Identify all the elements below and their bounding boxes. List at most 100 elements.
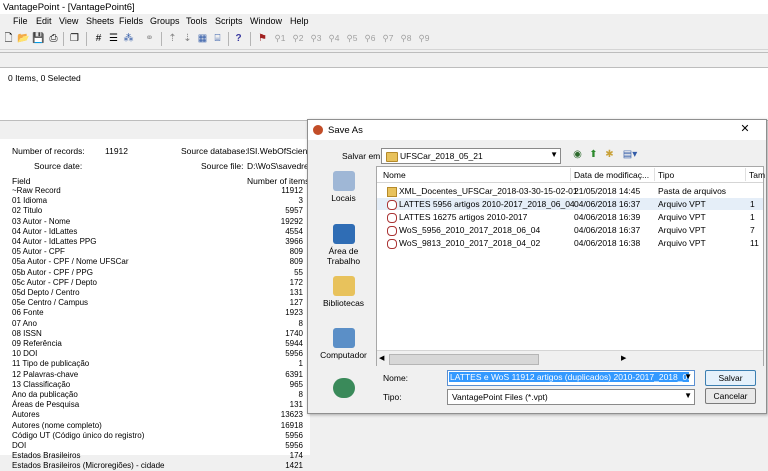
field-row[interactable]: Estados Brasileiros 174 (0, 451, 310, 461)
field-row[interactable]: Autores (nome completo) 16918 (0, 421, 310, 431)
up-folder-icon[interactable]: ⬆ (587, 148, 600, 161)
items-list-panel[interactable]: 0 Items, 0 Selected (0, 68, 768, 121)
field-row[interactable]: 05b Autor - CPF / PPG 55 (0, 268, 310, 278)
save-in-dropdown[interactable]: UFSCar_2018_05_21 ▼ (381, 148, 561, 164)
menu-sheets[interactable]: Sheets (86, 16, 114, 26)
file-row[interactable]: XML_Docentes_UFSCar_2018-03-30-15-02-01 2… (377, 185, 763, 197)
field-row[interactable]: 05d Depto / Centro 131 (0, 288, 310, 298)
menu-groups[interactable]: Groups (150, 16, 180, 26)
file-row[interactable]: LATTES 16275 artigos 2010-2017 04/06/2018… (377, 211, 763, 223)
file-row[interactable]: WoS_9813_2010_2017_2018_04_02 04/06/2018 … (377, 237, 763, 249)
field-count: 5956 (285, 349, 303, 359)
filter-icon[interactable]: ⌸ (211, 32, 224, 45)
field-row[interactable]: 09 Referência 5944 (0, 339, 310, 349)
field-row[interactable]: Código UT (Código único do registro) 5956 (0, 431, 310, 441)
menu-file[interactable]: File (13, 16, 28, 26)
copy-icon[interactable]: ❐ (68, 32, 81, 45)
field-row[interactable]: 13 Classificação 965 (0, 380, 310, 390)
slot-4-icon[interactable]: ⚲4 (326, 32, 342, 45)
field-row[interactable]: 08 ISSN 1740 (0, 329, 310, 339)
slot-8-icon[interactable]: ⚲8 (398, 32, 414, 45)
scroll-right-icon[interactable]: ▶ (621, 354, 626, 362)
new-folder-icon[interactable]: ✱ (603, 148, 616, 161)
dataset-info-panel: Number of records: 11912 Source database… (0, 139, 317, 470)
file-row[interactable]: WoS_5956_2010_2017_2018_06_04 04/06/2018 … (377, 224, 763, 236)
field-row[interactable]: 03 Autor - Nome 19292 (0, 217, 310, 227)
script-icon[interactable]: ⚑ (256, 32, 269, 45)
column-date[interactable]: Data de modificaç... (574, 170, 649, 180)
field-row[interactable]: Ano da publicação 8 (0, 390, 310, 400)
field-row[interactable]: 05e Centro / Campus 127 (0, 298, 310, 308)
field-name: 05e Centro / Campus (12, 298, 89, 308)
field-row[interactable]: 01 Idioma 3 (0, 196, 310, 206)
slot-1-icon[interactable]: ⚲1 (272, 32, 288, 45)
filetype-dropdown[interactable]: VantagePoint Files (*.vpt) ▼ (447, 389, 695, 405)
field-name: 09 Referência (12, 339, 62, 348)
cancel-button[interactable]: Cancelar (705, 388, 756, 404)
menu-bar: File Edit View Sheets Fields Groups Tool… (0, 14, 768, 29)
field-row[interactable]: 04 Autor - IdLattes PPG 3966 (0, 237, 310, 247)
menu-scripts[interactable]: Scripts (215, 16, 243, 26)
field-row[interactable]: 12 Palavras-chave 6391 (0, 370, 310, 380)
place-libraries[interactable]: Bibliotecas (316, 276, 371, 308)
field-row[interactable]: 05 Autor - CPF 809 (0, 247, 310, 257)
field-row[interactable]: 10 DOI 5956 (0, 349, 310, 359)
slot-2-icon[interactable]: ⚲2 (290, 32, 306, 45)
field-row[interactable]: 07 Ano 8 (0, 319, 310, 329)
field-row[interactable]: Estados Brasileiros (Microregiões) - cid… (0, 461, 310, 471)
file-row[interactable]: LATTES 5956 artigos 2010-2017_2018_06_04… (377, 198, 763, 210)
menu-fields[interactable]: Fields (119, 16, 143, 26)
open-folder-icon[interactable]: 📂 (17, 32, 30, 45)
field-row[interactable]: ~Raw Record 11912 (0, 186, 310, 196)
field-count: 1 (298, 359, 303, 369)
field-row[interactable]: 05c Autor - CPF / Depto 172 (0, 278, 310, 288)
menu-help[interactable]: Help (290, 16, 309, 26)
print-icon[interactable]: ⎙ (47, 32, 60, 45)
menu-edit[interactable]: Edit (36, 16, 52, 26)
save-button[interactable]: Salvar (705, 370, 756, 386)
field-row[interactable]: DOI 5956 (0, 441, 310, 451)
column-size[interactable]: Tam (749, 170, 765, 180)
field-row[interactable]: Áreas de Pesquisa 131 (0, 400, 310, 410)
place-network[interactable] (316, 378, 371, 400)
save-icon[interactable]: 💾 (32, 32, 45, 45)
group-icon[interactable]: ▦ (196, 32, 209, 45)
menu-view[interactable]: View (59, 16, 78, 26)
menu-window[interactable]: Window (250, 16, 282, 26)
network-icon[interactable]: ⁂ (122, 32, 135, 45)
file-list[interactable]: Nome Data de modificaç... Tipo Tam XML_D… (376, 166, 765, 366)
link-icon[interactable]: ⚭ (143, 32, 156, 45)
field-row[interactable]: 11 Tipo de publicação 1 (0, 359, 310, 369)
field-row[interactable]: Autores 13623 (0, 410, 310, 420)
field-row[interactable]: 04 Autor - IdLattes 4554 (0, 227, 310, 237)
slot-5-icon[interactable]: ⚲5 (344, 32, 360, 45)
horizontal-scrollbar[interactable]: ◀ ▶ (377, 350, 763, 366)
place-recent[interactable]: Locais (316, 171, 371, 203)
new-file-icon[interactable]: 🗋 (2, 32, 15, 45)
scroll-thumb[interactable] (389, 354, 539, 365)
filename-input[interactable]: LATTES e WoS 11912 artigos (duplicados) … (447, 370, 695, 386)
field-row[interactable]: 06 Fonte 1923 (0, 308, 310, 318)
menu-tools[interactable]: Tools (186, 16, 207, 26)
place-desktop[interactable]: Área de Trabalho (316, 224, 371, 266)
move-up-icon[interactable]: ⇡ (166, 32, 179, 45)
slot-6-icon[interactable]: ⚲6 (362, 32, 378, 45)
view-menu-icon[interactable]: ▤▾ (621, 148, 639, 161)
column-name[interactable]: Nome (383, 170, 406, 180)
close-icon[interactable]: ✕ (728, 122, 762, 136)
slot-7-icon[interactable]: ⚲7 (380, 32, 396, 45)
place-computer[interactable]: Computador (316, 328, 371, 360)
list-icon[interactable]: ☰ (107, 32, 120, 45)
slot-3-icon[interactable]: ⚲3 (308, 32, 324, 45)
matrix-icon[interactable]: # (92, 32, 105, 45)
slot-9-icon[interactable]: ⚲9 (416, 32, 432, 45)
field-count: 8 (298, 318, 303, 328)
field-name: 10 DOI (12, 349, 38, 359)
back-icon[interactable]: ◉ (571, 148, 584, 161)
move-down-icon[interactable]: ⇣ (181, 32, 194, 45)
help-icon[interactable]: ? (232, 32, 245, 45)
scroll-left-icon[interactable]: ◀ (379, 354, 384, 362)
column-type[interactable]: Tipo (658, 170, 674, 180)
field-row[interactable]: 02 Titulo 5957 (0, 206, 310, 216)
field-row[interactable]: 05a Autor - CPF / Nome UFSCar 809 (0, 257, 310, 267)
